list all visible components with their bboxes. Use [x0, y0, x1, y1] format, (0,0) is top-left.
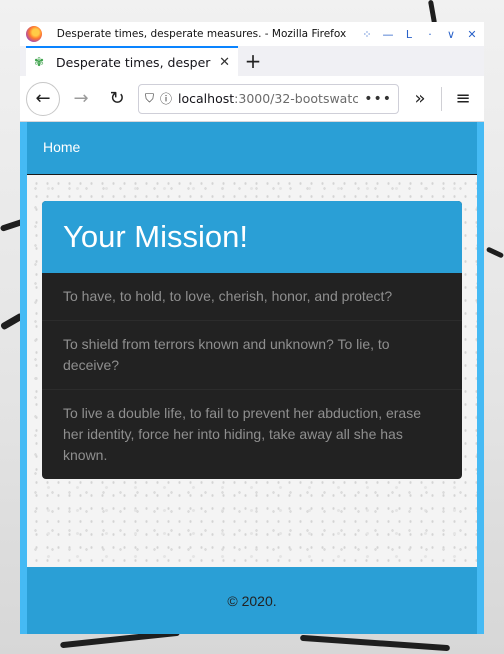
site-info-icon[interactable]: ⓘ: [160, 90, 172, 107]
tab-label: Desperate times, desperate measures.: [56, 54, 211, 70]
window-close-icon[interactable]: ✕: [466, 28, 478, 41]
window-title: Desperate times, desperate measures. - M…: [56, 28, 347, 40]
page-content: Home Your Mission! To have, to hold, to …: [27, 122, 477, 634]
window-dot-icon[interactable]: ·: [424, 28, 436, 41]
card-title: Your Mission!: [63, 219, 248, 254]
card-header: Your Mission!: [42, 201, 462, 273]
browser-window: Desperate times, desperate measures. - M…: [20, 22, 484, 634]
tracking-shield-icon[interactable]: ⛉: [145, 91, 154, 106]
toolbar-separator: [441, 86, 442, 111]
site-footer: © 2020.: [27, 567, 477, 634]
nav-home-link[interactable]: Home: [43, 139, 80, 155]
window-shade-icon[interactable]: L: [403, 28, 415, 41]
navigation-toolbar: ← → ↻ ⛉ ⓘ localhost:3000/32-bootswatch •…: [20, 76, 484, 122]
tab-strip: ✾ Desperate times, desperate measures. ✕…: [20, 46, 484, 76]
leaf-favicon-icon: ✾: [34, 55, 45, 69]
window-pin-icon[interactable]: ⁘: [361, 28, 373, 41]
overflow-chevron-icon[interactable]: »: [405, 84, 435, 114]
url-bar[interactable]: ⛉ ⓘ localhost:3000/32-bootswatch •••: [138, 83, 399, 114]
page-actions-button[interactable]: •••: [364, 91, 392, 107]
tab-active[interactable]: ✾ Desperate times, desperate measures. ✕: [26, 46, 238, 76]
hamburger-menu-icon[interactable]: ≡: [448, 84, 478, 114]
list-item: To have, to hold, to love, cherish, hono…: [63, 288, 393, 304]
card-list: To have, to hold, to love, cherish, hono…: [42, 273, 462, 479]
back-button[interactable]: ←: [26, 81, 60, 116]
url-path: :3000/32-bootswatch: [234, 91, 359, 106]
firefox-logo-icon: [26, 26, 42, 42]
list-item: To live a double life, to fail to preven…: [42, 389, 462, 479]
window-minimize-icon[interactable]: —: [382, 28, 394, 41]
url-host: localhost: [178, 91, 235, 106]
mission-card: Your Mission! To have, to hold, to love,…: [42, 201, 462, 479]
new-tab-button[interactable]: +: [238, 46, 268, 76]
list-item: To shield from terrors known and unknown…: [42, 320, 462, 389]
tab-close-icon[interactable]: ✕: [219, 55, 230, 70]
window-titlebar: Desperate times, desperate measures. - M…: [20, 22, 484, 46]
footer-copyright: © 2020.: [227, 592, 277, 609]
reload-button[interactable]: ↻: [102, 84, 132, 114]
url-text[interactable]: localhost:3000/32-bootswatch: [178, 91, 358, 106]
window-maximize-icon[interactable]: ∨: [445, 28, 457, 41]
window-controls: ⁘ — L · ∨ ✕: [361, 28, 478, 41]
site-navbar: Home: [27, 122, 477, 175]
forward-button[interactable]: →: [66, 84, 96, 114]
